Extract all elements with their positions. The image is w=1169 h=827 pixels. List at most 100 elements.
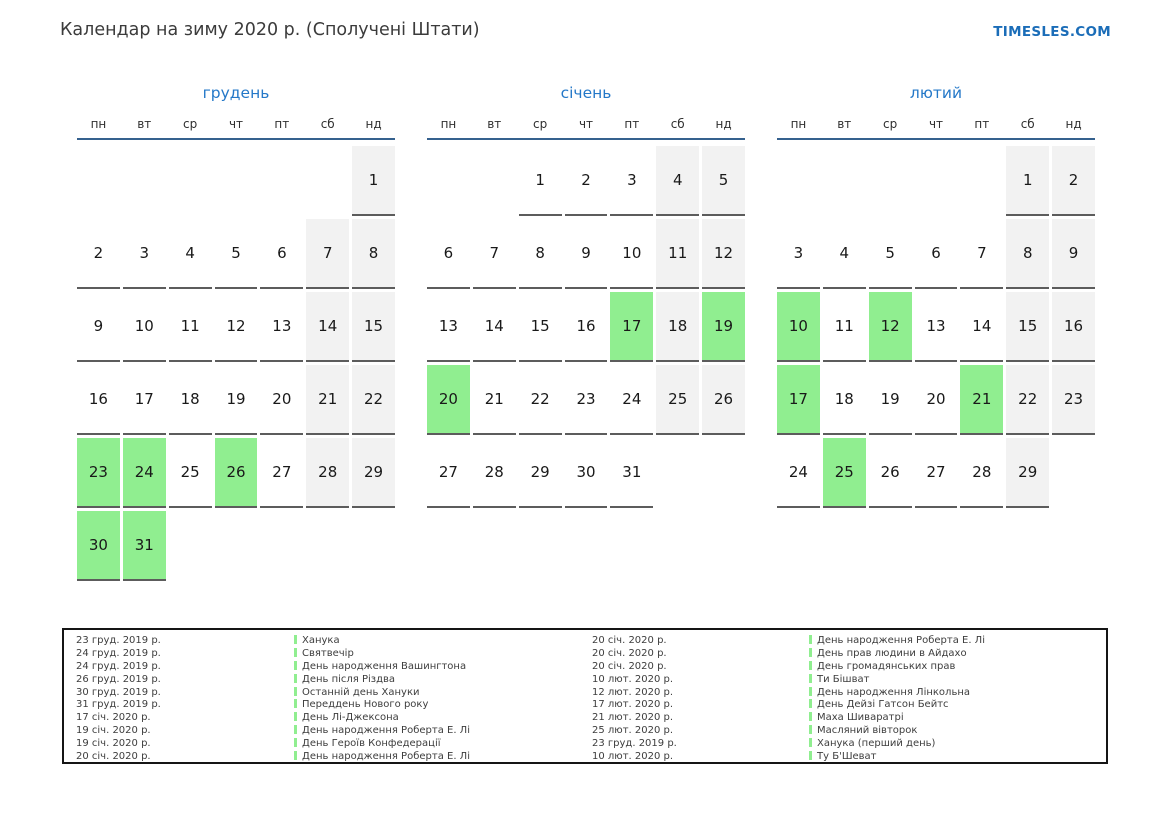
holiday-marker-icon <box>294 648 297 657</box>
holiday-marker-icon <box>809 661 812 670</box>
day-cell-18: 18 <box>656 292 699 362</box>
empty-cell <box>77 146 120 216</box>
holiday-marker-icon <box>294 687 297 696</box>
empty-cell <box>123 146 166 216</box>
day-cell-6: 6 <box>260 219 303 289</box>
day-cell-5: 5 <box>869 219 912 289</box>
weekday-label-ср: ср <box>519 117 562 131</box>
day-cell-5: 5 <box>215 219 258 289</box>
legend-holiday-label: День народження Роберта Е. Лі <box>302 725 470 736</box>
empty-cell <box>169 511 212 581</box>
holiday-marker-icon <box>809 725 812 734</box>
legend-date: 23 груд. 2019 р. <box>76 635 294 648</box>
brand-link[interactable]: TIMESLES.COM <box>993 24 1111 40</box>
holiday-marker-icon <box>294 712 297 721</box>
calendar-row: грудень пнвтсрчтптсбнд 12345678910111213… <box>77 84 1095 581</box>
weekday-label-чт: чт <box>915 117 958 131</box>
legend-holiday-label: День після Різдва <box>302 674 395 685</box>
legend-holiday-name: Маха Шиваратрі <box>809 712 1092 725</box>
day-cell-24: 24 <box>123 438 166 508</box>
day-cell-1: 1 <box>1006 146 1049 216</box>
weekday-header: пнвтсрчтптсбнд <box>427 117 745 140</box>
legend-date: 17 лют. 2020 р. <box>592 699 809 712</box>
legend-date: 20 січ. 2020 р. <box>592 661 809 674</box>
weekday-label-чт: чт <box>565 117 608 131</box>
weekday-label-сб: сб <box>656 117 699 131</box>
legend-holiday-label: День громадянських прав <box>817 661 955 672</box>
day-cell-17: 17 <box>123 365 166 435</box>
legend-date: 26 груд. 2019 р. <box>76 674 294 687</box>
day-cell-8: 8 <box>1006 219 1049 289</box>
calendar-december: грудень пнвтсрчтптсбнд 12345678910111213… <box>77 84 395 581</box>
legend-holiday-name: Масляний вівторок <box>809 725 1092 738</box>
day-cell-12: 12 <box>869 292 912 362</box>
legend-holiday-name: Ханука <box>294 635 592 648</box>
day-cell-11: 11 <box>823 292 866 362</box>
day-cell-31: 31 <box>610 438 653 508</box>
empty-cell <box>869 146 912 216</box>
holiday-legend: 23 груд. 2019 р.Ханука24 груд. 2019 р.Св… <box>62 628 1108 764</box>
day-cell-3: 3 <box>610 146 653 216</box>
day-cell-16: 16 <box>565 292 608 362</box>
legend-holiday-name: День прав людини в Айдахо <box>809 648 1092 661</box>
weekday-label-пн: пн <box>77 117 120 131</box>
legend-holiday-label: День народження Роберта Е. Лі <box>302 751 470 762</box>
holiday-marker-icon <box>294 674 297 683</box>
legend-holiday-name: День народження Роберта Е. Лі <box>294 751 592 764</box>
legend-date: 21 лют. 2020 р. <box>592 712 809 725</box>
legend-date: 19 січ. 2020 р. <box>76 738 294 751</box>
month-title: січень <box>427 84 745 106</box>
day-cell-3: 3 <box>777 219 820 289</box>
day-cell-19: 19 <box>215 365 258 435</box>
empty-cell <box>260 511 303 581</box>
day-cell-2: 2 <box>77 219 120 289</box>
legend-date: 30 груд. 2019 р. <box>76 687 294 700</box>
day-cell-14: 14 <box>306 292 349 362</box>
empty-cell <box>215 146 258 216</box>
day-cell-22: 22 <box>1006 365 1049 435</box>
legend-holiday-label: Ту Б'Шеват <box>817 751 877 762</box>
day-cell-23: 23 <box>565 365 608 435</box>
empty-cell <box>915 146 958 216</box>
legend-date: 19 січ. 2020 р. <box>76 725 294 738</box>
legend-date: 10 лют. 2020 р. <box>592 751 809 764</box>
legend-holiday-name: День народження Роберта Е. Лі <box>809 635 1092 648</box>
legend-holiday-name: День Дейзі Гатсон Бейтс <box>809 699 1092 712</box>
legend-holiday-name: День народження Роберта Е. Лі <box>294 725 592 738</box>
day-cell-22: 22 <box>352 365 395 435</box>
day-cell-9: 9 <box>1052 219 1095 289</box>
day-cell-11: 11 <box>169 292 212 362</box>
holiday-marker-icon <box>294 725 297 734</box>
day-cell-15: 15 <box>519 292 562 362</box>
holiday-marker-icon <box>809 699 812 708</box>
day-cell-21: 21 <box>306 365 349 435</box>
day-cell-28: 28 <box>960 438 1003 508</box>
day-cell-16: 16 <box>77 365 120 435</box>
empty-cell <box>1052 438 1095 508</box>
day-cell-21: 21 <box>960 365 1003 435</box>
day-cell-26: 26 <box>869 438 912 508</box>
weekday-label-сб: сб <box>306 117 349 131</box>
weekday-label-ср: ср <box>169 117 212 131</box>
holiday-marker-icon <box>809 674 812 683</box>
day-cell-28: 28 <box>306 438 349 508</box>
legend-holiday-label: День Лі-Джексона <box>302 712 399 723</box>
legend-holiday-label: День народження Лінкольна <box>817 687 970 698</box>
day-cell-22: 22 <box>519 365 562 435</box>
day-grid: 1234567891011121314151617181920212223242… <box>777 146 1095 508</box>
day-cell-20: 20 <box>427 365 470 435</box>
legend-holiday-name: Останній день Хануки <box>294 687 592 700</box>
empty-cell <box>427 146 470 216</box>
weekday-label-ср: ср <box>869 117 912 131</box>
empty-cell <box>960 146 1003 216</box>
day-cell-30: 30 <box>565 438 608 508</box>
legend-holiday-label: Святвечір <box>302 648 354 659</box>
weekday-label-нд: нд <box>352 117 395 131</box>
day-cell-27: 27 <box>427 438 470 508</box>
legend-holiday-label: Останній день Хануки <box>302 687 420 698</box>
day-cell-13: 13 <box>260 292 303 362</box>
calendar-january: січень пнвтсрчтптсбнд 123456789101112131… <box>427 84 745 581</box>
day-cell-12: 12 <box>702 219 745 289</box>
day-cell-14: 14 <box>473 292 516 362</box>
weekday-label-сб: сб <box>1006 117 1049 131</box>
